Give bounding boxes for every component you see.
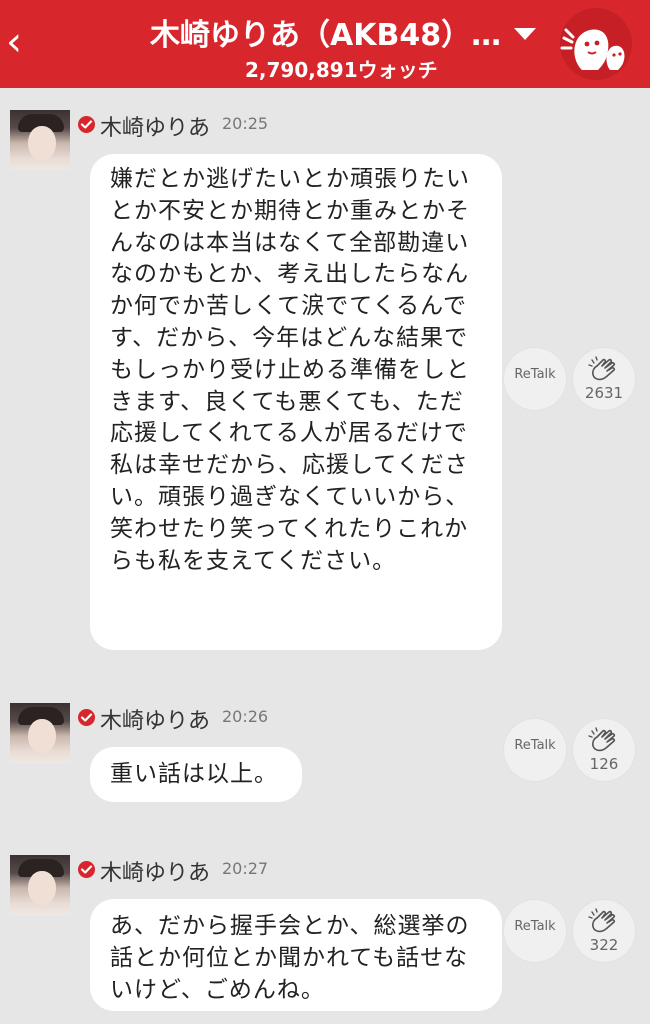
message-time: 20:27 — [222, 859, 269, 878]
verified-check-icon — [78, 861, 95, 878]
caret-down-icon[interactable] — [514, 28, 536, 40]
sender-name: 木崎ゆりあ — [100, 861, 211, 886]
sender-name: 木崎ゆりあ — [100, 709, 211, 734]
clap-button[interactable]: 322 — [573, 900, 635, 962]
clap-icon — [588, 908, 616, 933]
clap-icon — [588, 727, 616, 752]
clap-count: 2631 — [584, 384, 624, 402]
channel-title[interactable]: 木崎ゆりあ（AKB48）… — [150, 10, 520, 54]
ghost-mascot-icon[interactable] — [560, 8, 632, 80]
avatar[interactable] — [10, 110, 70, 170]
message-text: 嫌だとか逃げたいとか頑張りたいとか不安とか期待とか重みとかそんなのは本当はなくて… — [110, 166, 470, 574]
retalk-label: ReTalk — [514, 738, 556, 753]
avatar[interactable] — [10, 855, 70, 915]
message-time: 20:25 — [222, 114, 269, 133]
clap-button[interactable]: 2631 — [573, 348, 635, 410]
retalk-label: ReTalk — [514, 919, 556, 934]
retalk-button[interactable]: ReTalk — [504, 719, 566, 781]
verified-check-icon — [78, 116, 95, 133]
message-bubble[interactable]: あ、だから握手会とか、総選挙の話とか何位とか聞かれても話せないけど、ごめんね。 — [90, 899, 502, 1011]
retalk-button[interactable]: ReTalk — [504, 900, 566, 962]
clap-count: 126 — [589, 755, 619, 773]
watch-count: 2,790,891ウォッチ — [245, 58, 438, 82]
sender-name: 木崎ゆりあ — [100, 116, 211, 141]
retalk-label: ReTalk — [514, 367, 556, 382]
message-bubble[interactable]: 嫌だとか逃げたいとか頑張りたいとか不安とか期待とか重みとかそんなのは本当はなくて… — [90, 154, 502, 650]
verified-check-icon — [78, 709, 95, 726]
clap-count: 322 — [589, 936, 619, 954]
message-time: 20:26 — [222, 707, 269, 726]
retalk-button[interactable]: ReTalk — [504, 348, 566, 410]
message-bubble[interactable]: 重い話は以上。 — [90, 747, 302, 802]
clap-icon — [588, 356, 616, 381]
clap-button[interactable]: 126 — [573, 719, 635, 781]
message-text: あ、だから握手会とか、総選挙の話とか何位とか聞かれても話せないけど、ごめんね。 — [110, 913, 470, 1003]
message-text: 重い話は以上。 — [110, 761, 278, 787]
chevron-left-icon[interactable]: ‹ — [6, 22, 22, 62]
app-header: ‹ 木崎ゆりあ（AKB48）… 2,790,891ウォッチ — [0, 0, 650, 88]
avatar[interactable] — [10, 703, 70, 763]
